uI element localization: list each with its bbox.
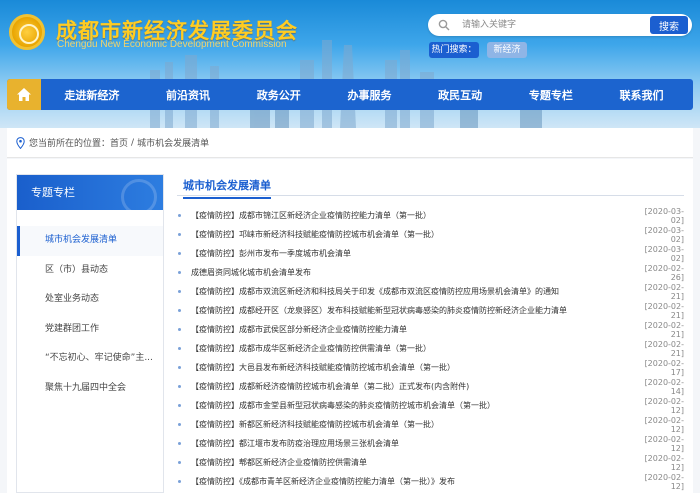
news-date: [2020-02-12] bbox=[644, 396, 684, 415]
news-title-link[interactable]: 成德眉资同城化城市机会清单发布 bbox=[191, 267, 632, 278]
sidebar-item-city-opportunity-list[interactable]: 城市机会发展清单 bbox=[17, 226, 163, 256]
bullet-icon bbox=[178, 480, 181, 483]
bullet-icon bbox=[178, 290, 181, 293]
list-item: 【疫情防控】邛崃市新经济科技赋能疫情防控城市机会清单（第一批） [2020-03-… bbox=[177, 225, 684, 244]
news-list: 【疫情防控】成都市锦江区新经济企业疫情防控能力清单（第一批） [2020-03-0… bbox=[177, 206, 684, 491]
news-date: [2020-02-26] bbox=[644, 263, 684, 282]
news-title-link[interactable]: 【疫情防控】成都市锦江区新经济企业疫情防控能力清单（第一批） bbox=[191, 210, 632, 221]
hot-search-label: 热门搜索： bbox=[429, 42, 479, 58]
search-box: 搜索 bbox=[428, 14, 692, 36]
bullet-icon bbox=[178, 423, 181, 426]
nav-item-public-interaction[interactable]: 政民互动 bbox=[438, 87, 482, 103]
site-logo[interactable] bbox=[9, 14, 45, 50]
news-title-link[interactable]: 【疫情防控】新都区新经济科技赋能疫情防控城市机会清单（第一批） bbox=[191, 419, 632, 430]
news-date: [2020-02-12] bbox=[644, 415, 684, 434]
sidebar-item-party-work[interactable]: 党建群团工作 bbox=[17, 315, 163, 345]
list-item: 【疫情防控】成都经开区（龙泉驿区）发布科技赋能新型冠状病毒感染的肺炎疫情防控新经… bbox=[177, 301, 684, 320]
list-item: 【疫情防控】大邑县发布新经济科技赋能疫情防控城市机会清单（第一批） [2020-0… bbox=[177, 358, 684, 377]
news-date: [2020-03-02] bbox=[644, 244, 684, 263]
list-item: 【疫情防控】成都市成华区新经济企业疫情防控供需清单（第一批） [2020-02-2… bbox=[177, 339, 684, 358]
news-date: [2020-03-02] bbox=[644, 206, 684, 225]
bullet-icon bbox=[178, 233, 181, 236]
bullet-icon bbox=[178, 385, 181, 388]
list-item: 【疫情防控】成都市锦江区新经济企业疫情防控能力清单（第一批） [2020-03-0… bbox=[177, 206, 684, 225]
list-item: 【疫情防控】郫都区新经济企业疫情防控供需清单 [2020-02-12] bbox=[177, 453, 684, 472]
sidebar-item-department-news[interactable]: 处室业务动态 bbox=[17, 285, 163, 315]
news-title-link[interactable]: 【疫情防控】大邑县发布新经济科技赋能疫情防控城市机会清单（第一批） bbox=[191, 362, 632, 373]
hot-search-tag[interactable]: 新经济 bbox=[487, 42, 527, 58]
search-input[interactable] bbox=[462, 17, 632, 33]
bullet-icon bbox=[178, 252, 181, 255]
news-title-link[interactable]: 【疫情防控】成都市武侯区部分新经济企业疫情防控能力清单 bbox=[191, 324, 632, 335]
news-date: [2020-02-21] bbox=[644, 339, 684, 358]
main-panel: 城市机会发展清单 【疫情防控】成都市锦江区新经济企业疫情防控能力清单（第一批） [… bbox=[177, 174, 684, 493]
list-item: 【疫情防控】成都市双流区新经济和科技局关于印发《成都市双流区疫情防控应用场景机会… bbox=[177, 282, 684, 301]
news-date: [2020-02-21] bbox=[644, 282, 684, 301]
list-item: 【疫情防控】彭州市发布一季度城市机会清单 [2020-03-02] bbox=[177, 244, 684, 263]
location-pin-icon bbox=[16, 136, 25, 149]
search-button[interactable]: 搜索 bbox=[650, 16, 688, 34]
breadcrumb-separator: / bbox=[131, 137, 135, 148]
breadcrumb-home-link[interactable]: 首页 bbox=[110, 136, 128, 149]
bullet-icon bbox=[178, 309, 181, 312]
bullet-icon bbox=[178, 461, 181, 464]
news-title-link[interactable]: 【疫情防控】彭州市发布一季度城市机会清单 bbox=[191, 248, 632, 259]
nav-item-frontier-news[interactable]: 前沿资讯 bbox=[166, 87, 210, 103]
breadcrumb-prefix: 您当前所在的位置： bbox=[29, 139, 111, 149]
news-title-link[interactable]: 【疫情防控】邛崃市新经济科技赋能疫情防控城市机会清单（第一批） bbox=[191, 229, 632, 240]
list-item: 【疫情防控】成都市武侯区部分新经济企业疫情防控能力清单 [2020-02-21] bbox=[177, 320, 684, 339]
news-date: [2020-02-12] bbox=[644, 434, 684, 453]
news-title-link[interactable]: 【疫情防控】《成都市青羊区新经济企业疫情防控能力清单（第一批）》发布 bbox=[191, 476, 632, 487]
site-header: 成都市新经济发展委员会 Chengdu New Economic Develop… bbox=[0, 0, 700, 128]
sidebar-item-fourth-plenary[interactable]: 聚焦十九届四中全会 bbox=[17, 374, 163, 404]
page-title: 城市机会发展清单 bbox=[183, 177, 271, 199]
news-date: [2020-02-21] bbox=[644, 301, 684, 320]
nav-item-about-new-economy[interactable]: 走进新经济 bbox=[64, 87, 119, 103]
sidebar-item-original-aspiration[interactable]: “不忘初心、牢记使命”主... bbox=[17, 344, 163, 374]
main-nav: 走进新经济 前沿资讯 政务公开 办事服务 政民互动 专题专栏 联系我们 bbox=[7, 79, 693, 110]
list-item: 成德眉资同城化城市机会清单发布 [2020-02-26] bbox=[177, 263, 684, 282]
nav-item-services[interactable]: 办事服务 bbox=[347, 87, 391, 103]
site-subtitle: Chengdu New Economic Development Commiss… bbox=[57, 39, 287, 50]
search-icon bbox=[438, 19, 450, 31]
news-title-link[interactable]: 【疫情防控】成都市双流区新经济和科技局关于印发《成都市双流区疫情防控应用场景机会… bbox=[191, 286, 632, 297]
content-area: 专题专栏 城市机会发展清单 区（市）县动态 处室业务动态 党建群团工作 “不忘初… bbox=[7, 159, 693, 493]
news-date: [2020-02-14] bbox=[644, 377, 684, 396]
bullet-icon bbox=[178, 366, 181, 369]
breadcrumb-current[interactable]: 城市机会发展清单 bbox=[137, 136, 209, 149]
list-item: 【疫情防控】成都市金堂县新型冠状病毒感染的肺炎疫情防控城市机会清单（第一批） [2… bbox=[177, 396, 684, 415]
bullet-icon bbox=[178, 214, 181, 217]
bullet-icon bbox=[178, 442, 181, 445]
news-date: [2020-03-02] bbox=[644, 225, 684, 244]
home-icon bbox=[17, 88, 31, 101]
news-title-link[interactable]: 【疫情防控】成都新经济疫情防控城市机会清单（第二批）正式发布(内含附件) bbox=[191, 381, 632, 392]
news-date: [2020-02-12] bbox=[644, 472, 684, 491]
nav-item-contact-us[interactable]: 联系我们 bbox=[620, 87, 664, 103]
list-item: 【疫情防控】《成都市青羊区新经济企业疫情防控能力清单（第一批）》发布 [2020-… bbox=[177, 472, 684, 491]
nav-home-button[interactable] bbox=[7, 79, 41, 110]
sidebar: 专题专栏 城市机会发展清单 区（市）县动态 处室业务动态 党建群团工作 “不忘初… bbox=[16, 174, 164, 493]
news-title-link[interactable]: 【疫情防控】都江堰市发布防疫治理应用场景三张机会清单 bbox=[191, 438, 632, 449]
news-date: [2020-02-12] bbox=[644, 453, 684, 472]
bullet-icon bbox=[178, 404, 181, 407]
news-title-link[interactable]: 【疫情防控】郫都区新经济企业疫情防控供需清单 bbox=[191, 457, 632, 468]
bullet-icon bbox=[178, 328, 181, 331]
main-title-bar: 城市机会发展清单 bbox=[177, 174, 684, 199]
bullet-icon bbox=[178, 271, 181, 274]
sidebar-item-district-news[interactable]: 区（市）县动态 bbox=[17, 256, 163, 286]
breadcrumb: 您当前所在的位置： 首页 / 城市机会发展清单 bbox=[7, 128, 693, 158]
news-title-link[interactable]: 【疫情防控】成都市成华区新经济企业疫情防控供需清单（第一批） bbox=[191, 343, 632, 354]
nav-item-government-affairs[interactable]: 政务公开 bbox=[257, 87, 301, 103]
news-title-link[interactable]: 【疫情防控】成都市金堂县新型冠状病毒感染的肺炎疫情防控城市机会清单（第一批） bbox=[191, 400, 632, 411]
list-item: 【疫情防控】都江堰市发布防疫治理应用场景三张机会清单 [2020-02-12] bbox=[177, 434, 684, 453]
news-date: [2020-02-17] bbox=[644, 358, 684, 377]
list-item: 【疫情防控】新都区新经济科技赋能疫情防控城市机会清单（第一批） [2020-02-… bbox=[177, 415, 684, 434]
news-title-link[interactable]: 【疫情防控】成都经开区（龙泉驿区）发布科技赋能新型冠状病毒感染的肺炎疫情防控新经… bbox=[191, 305, 632, 316]
list-item: 【疫情防控】成都新经济疫情防控城市机会清单（第二批）正式发布(内含附件) [202… bbox=[177, 377, 684, 396]
news-date: [2020-02-21] bbox=[644, 320, 684, 339]
bullet-icon bbox=[178, 347, 181, 350]
sidebar-menu: 城市机会发展清单 区（市）县动态 处室业务动态 党建群团工作 “不忘初心、牢记使… bbox=[17, 226, 163, 403]
sidebar-title: 专题专栏 bbox=[17, 175, 163, 215]
nav-item-special-topics[interactable]: 专题专栏 bbox=[529, 87, 573, 103]
